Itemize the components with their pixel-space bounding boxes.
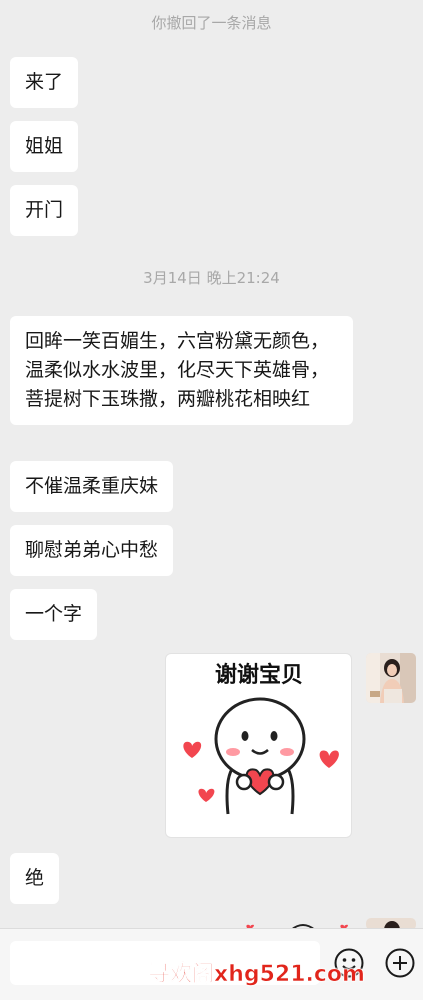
sticker-message[interactable]: 谢谢宝贝 xyxy=(165,653,352,838)
site-watermark: 寻欢阁xhg521.com xyxy=(148,962,366,988)
avatar-photo xyxy=(366,653,416,703)
message-bubble[interactable]: 开门 xyxy=(10,185,79,236)
recalled-message-note: 你撤回了一条消息 xyxy=(151,14,272,32)
message-bubble[interactable]: 一个字 xyxy=(10,589,98,640)
message-bubble[interactable]: 绝 xyxy=(10,853,60,904)
sticker-caption: 谢谢宝贝 xyxy=(215,662,303,688)
message-bubble[interactable]: 来了 xyxy=(10,57,79,108)
message-bubble[interactable]: 不催温柔重庆妹 xyxy=(10,461,174,512)
message-bubble[interactable]: 姐姐 xyxy=(10,121,79,172)
message-bubble-long[interactable]: 回眸一笑百媚生，六宫粉黛无颜色，温柔似水水波里，化尽天下英雄骨，菩提树下玉珠撒，… xyxy=(10,316,353,425)
timestamp-note: 3月14日 晚上21:24 xyxy=(143,269,280,287)
message-bubble[interactable]: 聊慰弟弟心中愁 xyxy=(10,525,174,576)
thanks-sticker-image: 谢谢宝贝 xyxy=(183,662,339,815)
my-avatar[interactable] xyxy=(366,653,416,703)
plus-circle-icon[interactable] xyxy=(384,947,416,979)
